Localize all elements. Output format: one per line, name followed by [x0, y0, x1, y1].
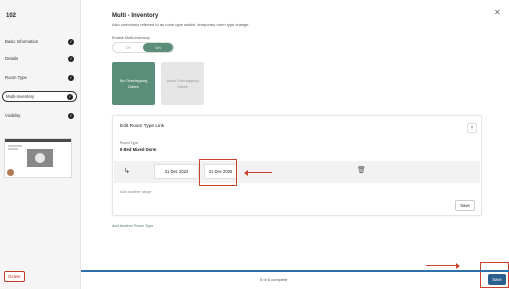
thumbnail-header: [5, 139, 71, 142]
avatar: [7, 169, 14, 176]
preview-thumbnail[interactable]: [4, 138, 72, 178]
sidebar-item-details[interactable]: Details ✓: [2, 53, 77, 64]
annotation-highlight-date: [199, 159, 237, 186]
subdirectory-arrow-icon: ↳: [124, 168, 130, 175]
card-title: Edit Room Type Link: [120, 124, 165, 129]
page-subtitle: Also commonly referred to as room type s…: [112, 22, 250, 27]
mode-allow-overlapping-dates[interactable]: Allow Overlapping Dates: [161, 62, 204, 105]
sidebar-item-basic-information[interactable]: Basic Information ✓: [2, 36, 77, 47]
save-button[interactable]: Save: [488, 274, 506, 285]
add-another-room-type-link[interactable]: Add Another Room Type: [112, 224, 153, 228]
enable-multi-inventory-label: Enable Multi-Inventory: [112, 36, 150, 40]
property-title: 102: [6, 13, 17, 19]
check-icon: ✓: [68, 55, 74, 62]
thumbnail-text-line: [8, 148, 18, 150]
annotation-arrow-left: [244, 169, 272, 177]
toggle-off-option[interactable]: Off: [113, 43, 143, 52]
delete-button[interactable]: Delete: [4, 271, 25, 282]
sidebar-item-multi-inventory[interactable]: Multi-Inventory ✓: [2, 91, 77, 102]
check-icon: ✓: [67, 93, 73, 100]
check-icon: ✓: [68, 74, 74, 81]
card-close-button[interactable]: ×: [467, 123, 477, 133]
add-another-range-link[interactable]: Add another range: [120, 190, 151, 194]
annotation-arrow-right: [426, 262, 460, 270]
date-from-field[interactable]: 31 Dec 2022: [154, 164, 199, 179]
close-icon[interactable]: ✕: [494, 8, 501, 17]
sidebar-item-label: Details: [5, 56, 19, 61]
trash-icon[interactable]: 🗑: [357, 166, 366, 174]
sidebar-item-room-type[interactable]: Room Type ✓: [2, 72, 77, 83]
check-icon: ✓: [68, 112, 74, 119]
room-type-label: Room Type: [120, 141, 139, 145]
enable-multi-inventory-toggle[interactable]: Off On: [112, 42, 174, 53]
progress-bar: [81, 270, 509, 272]
thumbnail-text-line: [8, 145, 22, 147]
sidebar-item-visibility[interactable]: Visibility ✓: [2, 110, 77, 121]
play-icon: [35, 153, 45, 163]
toggle-on-option[interactable]: On: [143, 43, 173, 52]
sidebar-item-label: Multi-Inventory: [6, 94, 35, 99]
sidebar-item-label: Room Type: [5, 75, 27, 80]
page-title: Multi - Inventory: [112, 13, 159, 19]
progress-text: 5 of 5 complete: [260, 277, 288, 282]
room-type-value: 8 Bed Mixed Dorm: [120, 147, 157, 152]
sidebar: 102 Basic Information ✓ Details ✓ Room T…: [0, 0, 81, 289]
card-save-button[interactable]: Save: [455, 200, 475, 211]
sidebar-item-label: Basic Information: [5, 39, 39, 44]
date-range-row: ↳ 31 Dec 2022 31 Dec 2025 🗑: [114, 161, 480, 183]
check-icon: ✓: [68, 38, 74, 45]
edit-room-type-link-card: Edit Room Type Link × Room Type 8 Bed Mi…: [112, 115, 482, 216]
mode-no-overlapping-dates[interactable]: No Overlapping Dates: [112, 62, 155, 105]
sidebar-item-label: Visibility: [5, 113, 21, 118]
